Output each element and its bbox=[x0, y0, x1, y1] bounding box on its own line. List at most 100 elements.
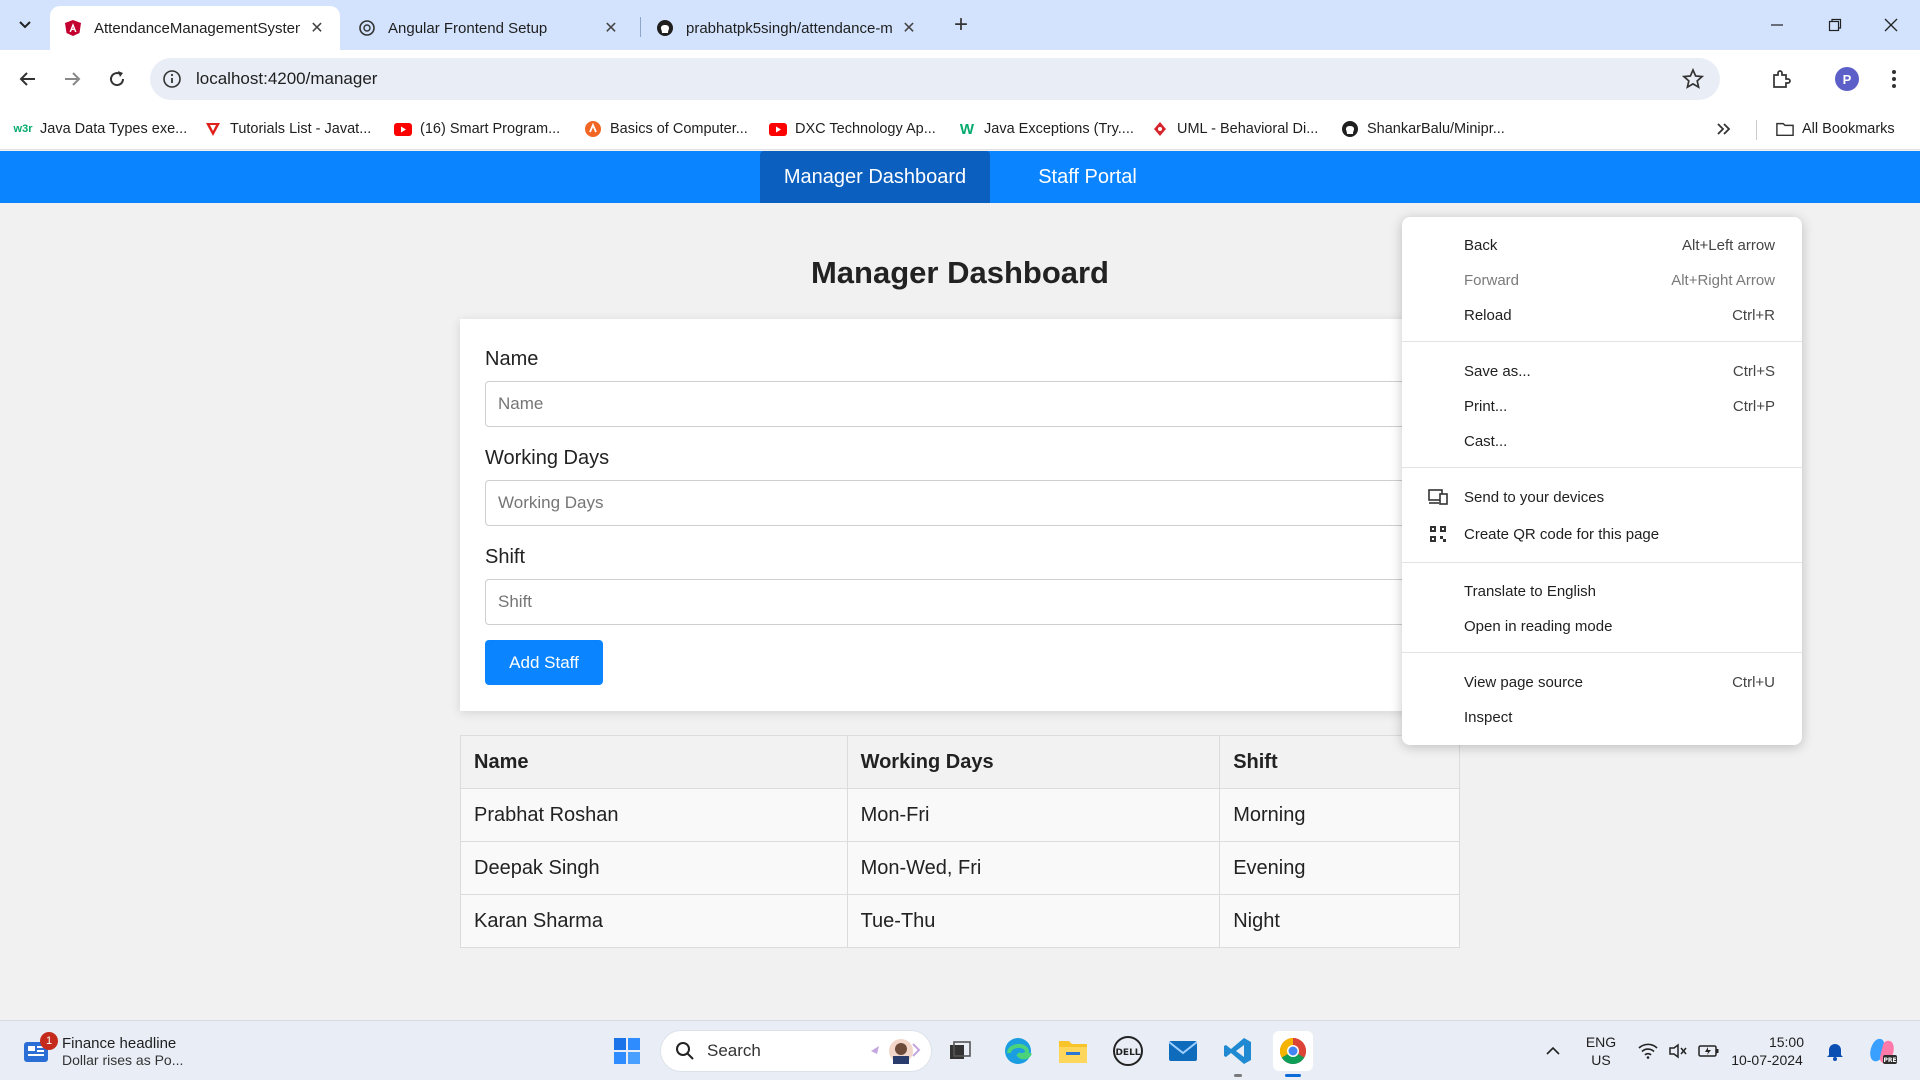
menu-separator bbox=[1402, 341, 1802, 342]
menu-item-save-as[interactable]: Save as... Ctrl+S bbox=[1402, 355, 1802, 387]
add-staff-button[interactable]: Add Staff bbox=[485, 640, 603, 685]
menu-item-label: Save as... bbox=[1464, 362, 1531, 380]
bookmark-star-icon[interactable] bbox=[1681, 67, 1705, 95]
close-window-button[interactable] bbox=[1862, 0, 1920, 50]
task-view-button[interactable] bbox=[940, 1031, 980, 1071]
mail-button[interactable] bbox=[1163, 1031, 1203, 1071]
tab-search-button[interactable] bbox=[10, 12, 40, 38]
edge-button[interactable] bbox=[998, 1031, 1038, 1071]
menu-item-send-to-devices[interactable]: Send to your devices bbox=[1402, 481, 1802, 513]
taskbar-search[interactable]: Search bbox=[660, 1030, 932, 1072]
working-days-input[interactable] bbox=[485, 480, 1435, 526]
close-icon[interactable]: ✕ bbox=[308, 19, 326, 37]
menu-item-cast[interactable]: Cast... bbox=[1402, 425, 1802, 457]
more-vertical-icon bbox=[1892, 70, 1896, 88]
tab-attendance[interactable]: AttendanceManagementSystem ✕ bbox=[50, 6, 340, 50]
name-input[interactable] bbox=[485, 381, 1435, 427]
nav-manager-dashboard[interactable]: Manager Dashboard bbox=[760, 151, 990, 203]
menu-item-reload[interactable]: Reload Ctrl+R bbox=[1402, 299, 1802, 331]
reload-button[interactable] bbox=[101, 63, 133, 95]
menu-item-shortcut: Ctrl+U bbox=[1732, 673, 1775, 691]
nav-staff-portal[interactable]: Staff Portal bbox=[1010, 151, 1165, 203]
menu-item-label: View page source bbox=[1464, 673, 1583, 691]
orange-logo-icon bbox=[584, 120, 602, 138]
dell-button[interactable]: DELL bbox=[1108, 1031, 1148, 1071]
clock-time: 15:00 bbox=[1768, 1034, 1804, 1050]
tab-separator bbox=[640, 17, 641, 37]
bookmark-item[interactable]: UML - Behavioral Di... bbox=[1151, 118, 1318, 140]
cell-shift: Morning bbox=[1219, 788, 1460, 842]
file-explorer-button[interactable] bbox=[1053, 1031, 1093, 1071]
menu-item-label: Open in reading mode bbox=[1464, 617, 1613, 635]
quick-settings-button[interactable] bbox=[1634, 1031, 1724, 1071]
new-tab-button[interactable]: + bbox=[948, 11, 974, 38]
menu-item-label: Inspect bbox=[1464, 708, 1513, 726]
tab-title: AttendanceManagementSystem bbox=[94, 19, 300, 37]
menu-item-view-source[interactable]: View page source Ctrl+U bbox=[1402, 666, 1802, 698]
tab-angular-setup[interactable]: Angular Frontend Setup ✕ bbox=[344, 6, 634, 50]
profile-button[interactable]: P bbox=[1831, 63, 1863, 95]
notifications-button[interactable] bbox=[1820, 1031, 1850, 1071]
search-highlight-icon bbox=[867, 1036, 923, 1071]
arrow-left-icon bbox=[19, 72, 35, 86]
working-days-label: Working Days bbox=[485, 447, 610, 469]
menu-item-create-qr[interactable]: Create QR code for this page bbox=[1402, 518, 1802, 550]
clock-button[interactable]: 15:00 10-07-2024 bbox=[1730, 1031, 1804, 1071]
address-bar[interactable]: localhost:4200/manager bbox=[150, 58, 1720, 100]
bookmark-item[interactable]: DXC Technology Ap... bbox=[769, 118, 936, 140]
bookmark-item[interactable]: Basics of Computer... bbox=[584, 118, 748, 140]
bookmark-item[interactable]: Tutorials List - Javat... bbox=[204, 118, 371, 140]
minimize-button[interactable] bbox=[1748, 0, 1806, 50]
menu-item-shortcut: Alt+Right Arrow bbox=[1671, 271, 1775, 289]
menu-item-label: Reload bbox=[1464, 306, 1512, 324]
menu-item-reading-mode[interactable]: Open in reading mode bbox=[1402, 610, 1802, 642]
shift-input[interactable] bbox=[485, 579, 1435, 625]
menu-item-label: Send to your devices bbox=[1464, 488, 1605, 506]
diamond-icon bbox=[1151, 120, 1169, 138]
openai-icon bbox=[358, 19, 376, 37]
bookmark-item[interactable]: w3r Java Data Types exe... bbox=[13, 118, 188, 140]
copilot-button[interactable]: PRE bbox=[1862, 1031, 1902, 1071]
menu-item-print[interactable]: Print... Ctrl+P bbox=[1402, 390, 1802, 422]
browser-tabstrip: AttendanceManagementSystem ✕ Angular Fro… bbox=[0, 0, 1920, 50]
w3schools-icon: w3r bbox=[13, 123, 33, 135]
menu-item-inspect[interactable]: Inspect bbox=[1402, 701, 1802, 733]
close-icon[interactable]: ✕ bbox=[602, 19, 620, 37]
notification-badge: 1 bbox=[40, 1032, 58, 1050]
chrome-icon bbox=[1279, 1037, 1307, 1065]
vscode-button[interactable] bbox=[1218, 1031, 1258, 1077]
menu-item-label: Create QR code for this page bbox=[1464, 525, 1660, 543]
menu-item-back[interactable]: Back Alt+Left arrow bbox=[1402, 229, 1802, 261]
all-bookmarks-button[interactable]: All Bookmarks bbox=[1776, 118, 1895, 140]
news-widget[interactable]: 1 Finance headline Dollar rises as Po... bbox=[22, 1029, 183, 1073]
input-language-button[interactable]: ENG US bbox=[1576, 1031, 1626, 1071]
column-header-name: Name bbox=[460, 735, 848, 789]
task-view-icon bbox=[950, 1041, 971, 1059]
folder-icon bbox=[1059, 1041, 1087, 1063]
forward-button[interactable] bbox=[56, 63, 88, 95]
menu-item-translate[interactable]: Translate to English bbox=[1402, 575, 1802, 607]
bookmark-item[interactable]: W Java Exceptions (Try.... bbox=[958, 118, 1134, 140]
bookmark-item[interactable]: ShankarBalu/Minipr... bbox=[1341, 118, 1505, 140]
bookmark-label: DXC Technology Ap... bbox=[795, 121, 936, 137]
start-button[interactable] bbox=[607, 1031, 647, 1071]
back-button[interactable] bbox=[12, 63, 44, 95]
menu-item-forward[interactable]: Forward Alt+Right Arrow bbox=[1402, 264, 1802, 296]
restore-button[interactable] bbox=[1806, 0, 1864, 50]
extensions-button[interactable] bbox=[1765, 63, 1797, 95]
chrome-button[interactable] bbox=[1273, 1031, 1313, 1077]
browser-menu-button[interactable] bbox=[1878, 63, 1910, 95]
site-info-icon[interactable] bbox=[162, 69, 182, 89]
menu-item-shortcut: Ctrl+R bbox=[1732, 306, 1775, 324]
devices-icon bbox=[1428, 487, 1448, 507]
menu-separator bbox=[1402, 652, 1802, 653]
dell-icon: DELL bbox=[1113, 1036, 1143, 1066]
more-bookmarks-button[interactable] bbox=[1716, 118, 1732, 140]
show-hidden-icons-button[interactable] bbox=[1538, 1031, 1568, 1071]
bookmark-item[interactable]: (16) Smart Program... bbox=[394, 118, 560, 140]
close-icon[interactable]: ✕ bbox=[900, 19, 918, 37]
w3schools-icon: W bbox=[959, 120, 975, 138]
menu-item-shortcut: Ctrl+S bbox=[1732, 362, 1775, 380]
search-label: Search bbox=[707, 1041, 761, 1060]
tab-github-repo[interactable]: prabhatpk5singh/attendance-m ✕ bbox=[642, 6, 932, 50]
